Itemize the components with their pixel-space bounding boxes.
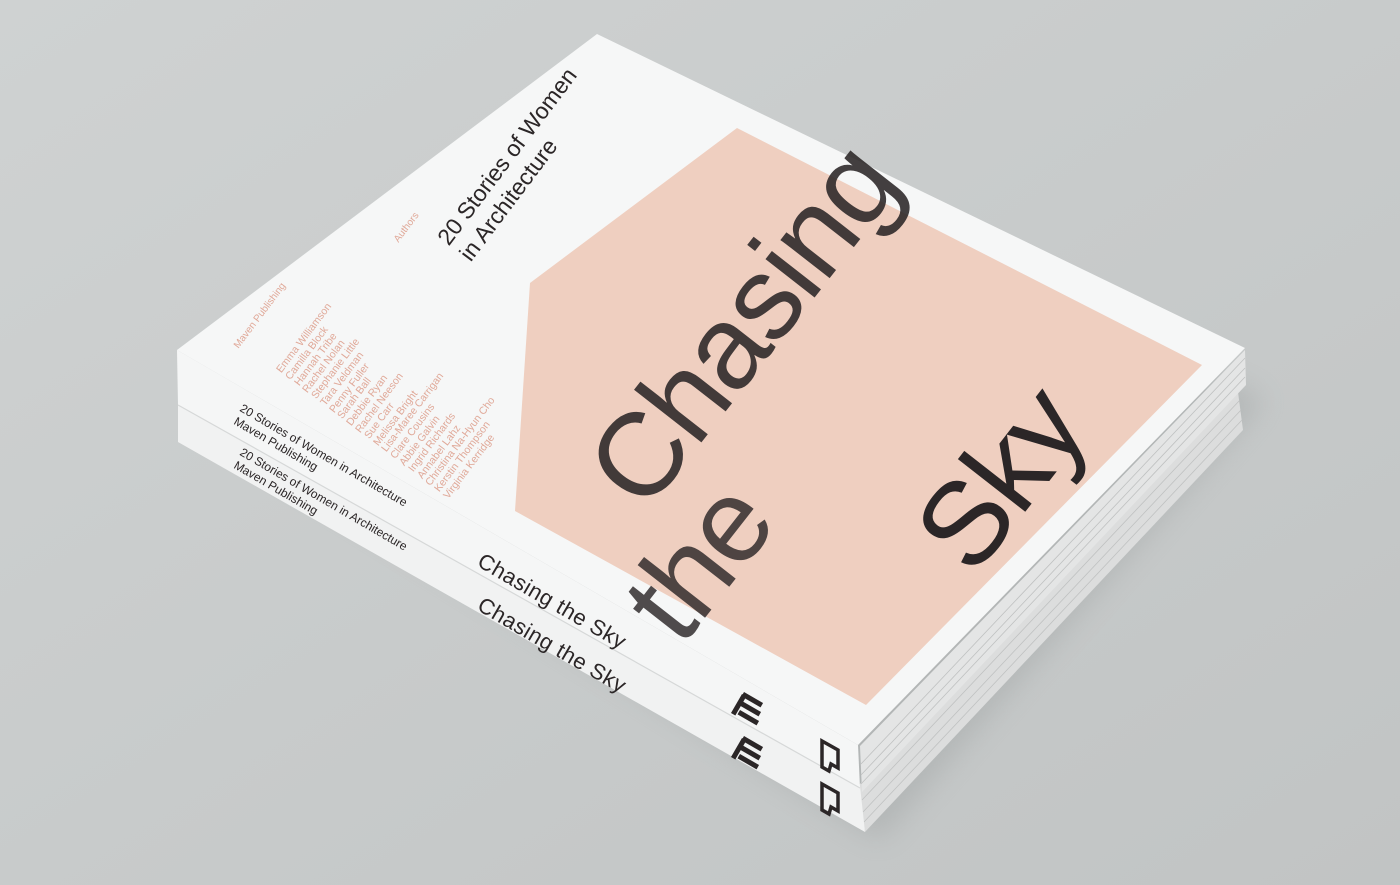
photo-scene: 20 Stories of Women in Architecture Auth… xyxy=(0,0,1400,885)
